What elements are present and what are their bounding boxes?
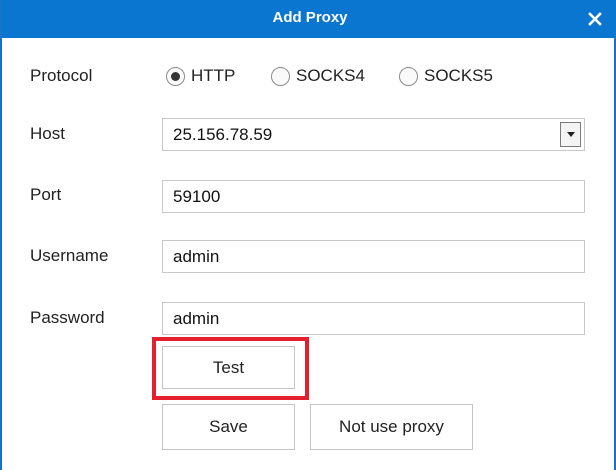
close-icon [588, 12, 602, 26]
protocol-option-label: SOCKS4 [296, 66, 365, 85]
close-button[interactable] [584, 8, 606, 30]
protocol-label: Protocol [30, 66, 93, 85]
save-button[interactable]: Save [162, 404, 295, 450]
host-value: 25.156.78.59 [173, 125, 273, 144]
radio-unchecked-icon [399, 66, 418, 86]
host-combobox[interactable]: 25.156.78.59 [162, 118, 585, 151]
title-bar: Add Proxy [2, 0, 616, 38]
username-field[interactable]: admin [162, 240, 585, 273]
host-label: Host [30, 124, 65, 143]
port-value: 59100 [173, 187, 221, 206]
username-value: admin [173, 247, 220, 266]
protocol-option-socks5[interactable]: SOCKS5 [399, 64, 493, 88]
host-dropdown-button[interactable] [560, 122, 581, 147]
password-label: Password [30, 308, 105, 327]
add-proxy-dialog: Add Proxy Protocol HTTP SOCKS4 SOCKS5 Ho… [0, 0, 616, 470]
port-label: Port [30, 185, 62, 204]
port-field[interactable]: 59100 [162, 180, 585, 213]
protocol-option-socks4[interactable]: SOCKS4 [271, 64, 365, 88]
protocol-option-http[interactable]: HTTP [166, 64, 235, 88]
highlight-box [152, 337, 309, 400]
radio-unchecked-icon [271, 66, 290, 86]
password-value: admin [173, 309, 220, 328]
password-field[interactable]: admin [162, 302, 585, 335]
radio-checked-icon [166, 66, 185, 86]
dialog-title: Add Proxy [272, 9, 348, 26]
protocol-option-label: SOCKS5 [424, 66, 493, 85]
username-label: Username [30, 246, 109, 265]
not-use-proxy-button[interactable]: Not use proxy [310, 404, 473, 450]
protocol-option-label: HTTP [191, 66, 236, 85]
chevron-down-icon [566, 132, 575, 137]
